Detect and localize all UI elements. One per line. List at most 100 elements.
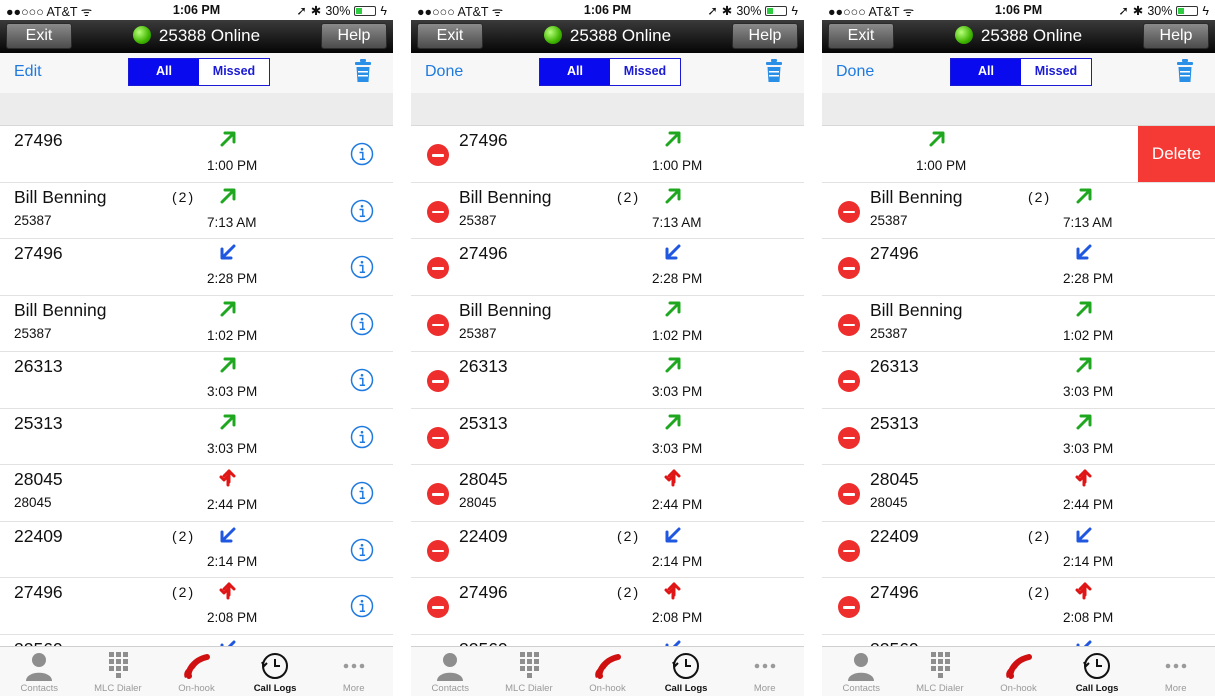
- missed-call-icon: [1074, 581, 1094, 601]
- info-icon[interactable]: [350, 594, 374, 618]
- call-log-row[interactable]: 27496 2:28 PM: [411, 239, 804, 296]
- call-log-row[interactable]: Bill Benning 25387 (2) 7:13 AM: [0, 182, 393, 239]
- trash-icon[interactable]: [766, 59, 782, 83]
- call-log-row[interactable]: 27496 1:00 PM: [411, 126, 804, 183]
- tab-call-logs[interactable]: Call Logs: [236, 647, 315, 696]
- call-log-row[interactable]: 22560: [822, 634, 1215, 646]
- info-icon[interactable]: [350, 538, 374, 562]
- caller-name: 27496: [870, 582, 919, 602]
- done-button[interactable]: Done: [425, 63, 463, 81]
- tab-call-logs[interactable]: Call Logs: [1058, 647, 1137, 696]
- call-log-row[interactable]: 22409 (2) 2:14 PM: [411, 521, 804, 578]
- call-log-row[interactable]: 27496 1:00 PM: [0, 126, 393, 183]
- info-icon[interactable]: [350, 368, 374, 392]
- tab-mlc-dialer[interactable]: MLC Dialer: [901, 647, 980, 696]
- info-icon[interactable]: [350, 255, 374, 279]
- filter-missed-tab[interactable]: Missed: [610, 59, 680, 85]
- battery-percent: 30%: [325, 3, 351, 18]
- call-log-row[interactable]: 28045 28045 2:44 PM: [411, 465, 804, 522]
- call-log-row[interactable]: 27496 (2) 2:08 PM: [0, 578, 393, 635]
- help-button[interactable]: Help: [1143, 23, 1209, 49]
- call-log-row[interactable]: Bill Benning 25387 (2) 7:13 AM: [822, 182, 1215, 239]
- call-time: 7:13 AM: [1063, 214, 1113, 230]
- info-icon[interactable]: [350, 481, 374, 505]
- call-log-row[interactable]: 22560: [0, 634, 393, 646]
- status-right: ➚ ✱ 30% ϟ: [296, 3, 387, 19]
- row-content: 27496 (2) 2:08 PM: [445, 578, 804, 634]
- filter-all-tab[interactable]: All: [540, 59, 610, 85]
- header-spacer: [822, 93, 1215, 126]
- row-content: 26313 3:03 PM: [445, 352, 804, 408]
- call-log-row[interactable]: 27496 (2) 2:08 PM: [411, 578, 804, 635]
- online-dot-icon: [954, 26, 973, 44]
- tab-mlc-dialer[interactable]: MLC Dialer: [490, 647, 569, 696]
- call-log-row[interactable]: 25313 3:03 PM: [0, 408, 393, 465]
- tab-mlc-dialer[interactable]: MLC Dialer: [79, 647, 158, 696]
- incoming-call-icon: [1074, 638, 1094, 646]
- call-time: 2:28 PM: [207, 271, 258, 286]
- call-log-row[interactable]: 26313 3:03 PM: [0, 352, 393, 409]
- call-log-row[interactable]: 28045 28045 2:44 PM: [822, 465, 1215, 522]
- outgoing-call-icon: [663, 129, 683, 149]
- call-log-row[interactable]: 26313 3:03 PM: [411, 352, 804, 409]
- incoming-call-icon: [1074, 242, 1094, 262]
- filter-all-tab[interactable]: All: [129, 59, 199, 85]
- tab-call-logs[interactable]: Call Logs: [647, 647, 726, 696]
- tab-on-hook[interactable]: On-hook: [979, 647, 1058, 696]
- call-count: (2): [1028, 188, 1052, 205]
- tab-contacts[interactable]: Contacts: [0, 647, 79, 696]
- call-log-row[interactable]: Bill Benning 25387 1:02 PM: [411, 295, 804, 352]
- done-button[interactable]: Done: [836, 63, 874, 81]
- tab-contacts[interactable]: Contacts: [822, 647, 901, 696]
- call-log-row[interactable]: 28045 28045 2:44 PM: [0, 465, 393, 522]
- call-log-row[interactable]: 22409 (2) 2:14 PM: [822, 521, 1215, 578]
- trash-icon[interactable]: [1177, 59, 1193, 83]
- call-log-row[interactable]: 27496 2:28 PM: [822, 239, 1215, 296]
- info-icon[interactable]: [350, 199, 374, 223]
- call-time: 1:02 PM: [1063, 327, 1114, 343]
- tab-label: MLC Dialer: [94, 683, 142, 694]
- call-log-row[interactable]: 26313 3:03 PM: [822, 352, 1215, 409]
- phone-screen: ●●○○○ AT&T ᯤ 1:06 PM ➚ ✱ 30% ϟ Exit 25388 Onlin…: [0, 0, 393, 696]
- help-button[interactable]: Help: [321, 23, 387, 49]
- outgoing-call-icon: [218, 412, 238, 432]
- call-log-row[interactable]: Bill Benning 25387 1:02 PM: [0, 295, 393, 352]
- tab-on-hook[interactable]: On-hook: [568, 647, 647, 696]
- call-log-row[interactable]: Bill Benning 25387 (2) 7:13 AM: [411, 182, 804, 239]
- info-icon[interactable]: [350, 142, 374, 166]
- row-content: 27496 2:28 PM: [0, 239, 393, 295]
- tab-more[interactable]: More: [1136, 647, 1215, 696]
- edit-button[interactable]: Edit: [14, 63, 42, 81]
- call-log-row[interactable]: 22409 (2) 2:14 PM: [0, 521, 393, 578]
- caller-name: 25313: [459, 412, 508, 433]
- call-log-row[interactable]: 961:00 PM Delete: [822, 126, 1215, 183]
- outgoing-call-icon: [663, 355, 683, 375]
- help-button[interactable]: Help: [732, 23, 798, 49]
- outgoing-call-icon: [1074, 412, 1094, 432]
- caller-name: 27496: [459, 243, 508, 263]
- info-icon[interactable]: [350, 312, 374, 336]
- call-log-row[interactable]: Bill Benning 25387 1:02 PM: [822, 295, 1215, 352]
- tab-more[interactable]: More: [725, 647, 804, 696]
- header-spacer: [0, 93, 393, 126]
- tab-more[interactable]: More: [314, 647, 393, 696]
- tab-bar: Contacts MLC Dialer On-hook Call Logs More: [0, 646, 393, 696]
- tab-contacts[interactable]: Contacts: [411, 647, 490, 696]
- call-log-row[interactable]: 25313 3:03 PM: [411, 408, 804, 465]
- tab-on-hook[interactable]: On-hook: [157, 647, 236, 696]
- filter-all-tab[interactable]: All: [951, 59, 1021, 85]
- battery-icon: [354, 5, 377, 16]
- online-status-text: 25388 Online: [980, 26, 1083, 45]
- trash-icon[interactable]: [355, 59, 371, 83]
- filter-missed-tab[interactable]: Missed: [199, 59, 269, 85]
- row-content: Bill Benning 25387 1:02 PM: [856, 296, 1215, 352]
- call-count: (2): [1028, 584, 1052, 600]
- call-log-row[interactable]: 22560: [411, 634, 804, 646]
- outgoing-call-icon: [218, 129, 238, 149]
- delete-button[interactable]: Delete: [1138, 126, 1215, 182]
- call-log-row[interactable]: 25313 3:03 PM: [822, 408, 1215, 465]
- call-log-row[interactable]: 27496 2:28 PM: [0, 239, 393, 296]
- filter-missed-tab[interactable]: Missed: [1021, 59, 1091, 85]
- info-icon[interactable]: [350, 425, 374, 449]
- call-log-row[interactable]: 27496 (2) 2:08 PM: [822, 578, 1215, 635]
